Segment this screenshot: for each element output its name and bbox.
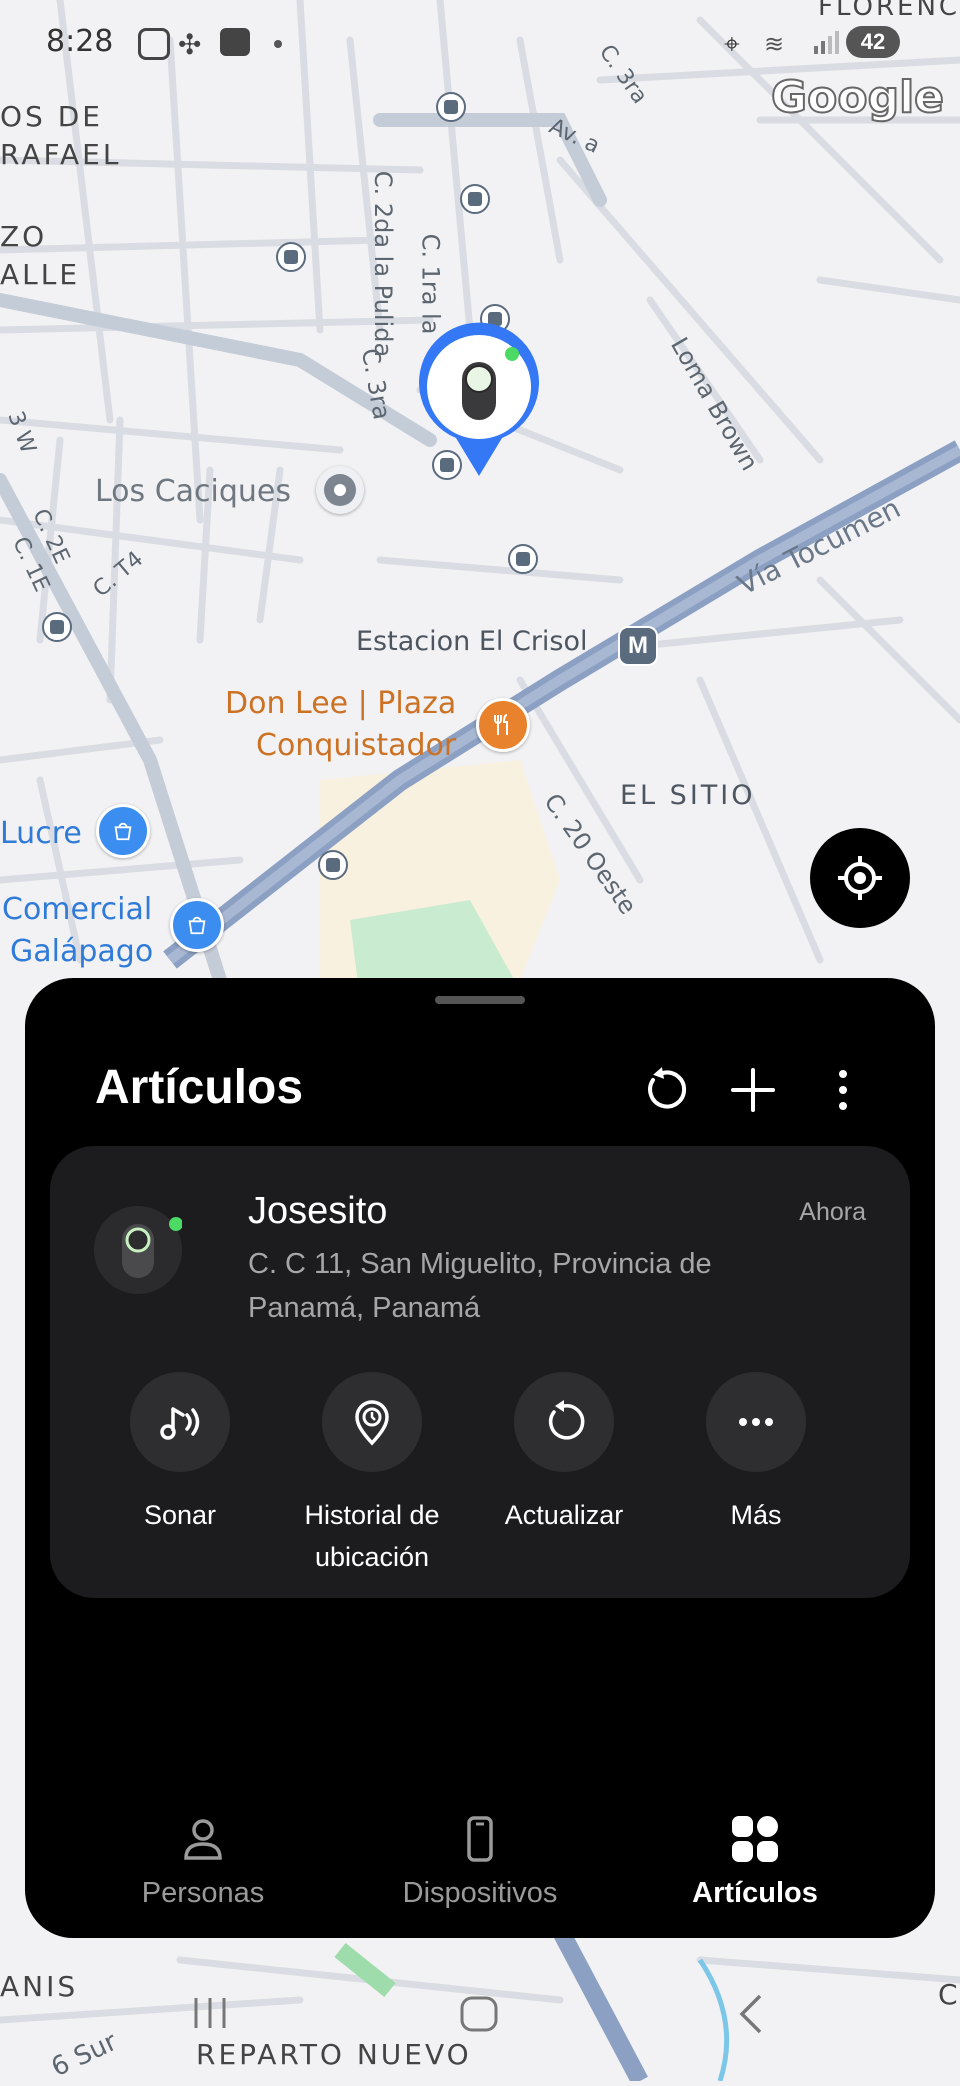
- shopping-app-icon: [220, 28, 250, 56]
- bus-stop-icon[interactable]: [318, 850, 348, 880]
- overflow-menu-button[interactable]: [815, 1062, 871, 1118]
- bus-stop-icon[interactable]: [508, 544, 538, 574]
- person-icon: [184, 1819, 222, 1860]
- smart-tag-icon: [122, 1217, 183, 1278]
- metro-station-icon[interactable]: M: [618, 626, 658, 666]
- sheet-title: Artículos: [95, 1061, 304, 1114]
- restaurant-pin-icon[interactable]: [476, 698, 530, 752]
- sound-icon: [160, 1407, 200, 1440]
- bus-stop-icon[interactable]: [436, 92, 466, 122]
- area-label: RAFAEL: [0, 138, 122, 171]
- signal-icon: [812, 28, 842, 56]
- ring-button[interactable]: Sonar: [90, 1372, 270, 1536]
- battery-level: 42: [846, 26, 900, 58]
- area-label: ALLE: [0, 258, 81, 291]
- google-logo: Google: [770, 71, 945, 124]
- item-address: C. C 11, San Miguelito, Provincia de Pan…: [248, 1248, 712, 1324]
- tab-items[interactable]: Artículos: [625, 1814, 885, 1910]
- phone-icon: [467, 1816, 493, 1862]
- pinwheel-icon: ✣: [178, 29, 202, 60]
- area-label: ZO: [0, 220, 48, 253]
- place-label-comercial: Comercial: [2, 892, 153, 927]
- more-vertical-icon: [839, 1070, 847, 1110]
- instagram-icon: [138, 28, 170, 60]
- status-bar: 8:28 ✣ ⌖ ≋ 42: [0, 22, 960, 70]
- items-grid-icon: [732, 1816, 778, 1862]
- tab-items-label: Artículos: [692, 1877, 818, 1909]
- back-icon[interactable]: [739, 1994, 762, 2034]
- location-dot-icon: [324, 474, 356, 506]
- location-history-icon: [355, 1400, 389, 1446]
- more-options-button[interactable]: Más: [666, 1372, 846, 1536]
- item-card[interactable]: Josesito Ahora C. C 11, San Miguelito, P…: [50, 1146, 910, 1598]
- place-label-lucre: Lucre: [0, 816, 82, 851]
- update-location-button[interactable]: Actualizar: [474, 1372, 654, 1536]
- place-label-los-caciques: Los Caciques: [95, 474, 292, 509]
- my-location-button[interactable]: [810, 828, 910, 928]
- more-label: Más: [730, 1500, 782, 1530]
- place-label-don-lee-2: Conquistador: [256, 728, 457, 763]
- tracker-location-pin-icon[interactable]: [416, 322, 542, 482]
- shopping-pin-icon[interactable]: [96, 804, 150, 858]
- plus-icon: [731, 1068, 775, 1112]
- bus-stop-icon[interactable]: [276, 242, 306, 272]
- bus-stop-icon[interactable]: [42, 612, 72, 642]
- drag-handle[interactable]: [435, 996, 525, 1004]
- status-time: 8:28: [46, 24, 114, 59]
- home-icon[interactable]: [460, 1996, 498, 2032]
- update-label: Actualizar: [504, 1500, 624, 1530]
- tab-people-label: Personas: [141, 1877, 265, 1909]
- place-label-estacion-crisol: Estacion El Crisol: [356, 626, 588, 657]
- street-label: C. 2da la Pulida: [369, 170, 398, 358]
- refresh-button[interactable]: [635, 1062, 691, 1118]
- tracker-avatar: [94, 1206, 183, 1294]
- area-label-el-sitio: EL SITIO: [620, 780, 756, 811]
- shopping-pin-icon[interactable]: [170, 898, 224, 952]
- refresh-icon: [648, 1067, 687, 1109]
- place-label-galapago: Galápago: [10, 934, 154, 969]
- location-history-button[interactable]: Historial de ubicación: [282, 1372, 462, 1578]
- crosshair-icon: [838, 856, 882, 900]
- items-bottom-sheet[interactable]: Artículos Josesito Ahora C. C 11, San Mi…: [25, 978, 935, 1938]
- area-label: OS DE: [0, 100, 103, 133]
- wifi-icon: ≋: [764, 31, 785, 58]
- item-name: Josesito: [248, 1190, 388, 1232]
- tab-people[interactable]: Personas: [73, 1814, 333, 1910]
- add-item-button[interactable]: [725, 1062, 781, 1118]
- more-notifications-icon: [274, 40, 282, 48]
- item-last-seen: Ahora: [799, 1198, 866, 1226]
- location-status-icon: ⌖: [724, 28, 740, 59]
- system-navigation-bar: [0, 1980, 960, 2060]
- bus-stop-icon[interactable]: [460, 184, 490, 214]
- recents-icon[interactable]: [194, 1998, 226, 2028]
- area-label: FLORENC: [818, 0, 960, 22]
- ring-label: Sonar: [143, 1500, 217, 1530]
- street-label: C. 1ra la: [416, 233, 445, 335]
- tab-devices[interactable]: Dispositivos: [350, 1814, 610, 1910]
- refresh-icon: [548, 1400, 585, 1440]
- place-pin-icon[interactable]: [316, 466, 364, 514]
- more-icon: [739, 1418, 773, 1426]
- place-label-don-lee-1: Don Lee | Plaza: [225, 686, 457, 721]
- location-history-label: Historial de ubicación: [304, 1500, 440, 1572]
- tab-devices-label: Dispositivos: [402, 1877, 558, 1909]
